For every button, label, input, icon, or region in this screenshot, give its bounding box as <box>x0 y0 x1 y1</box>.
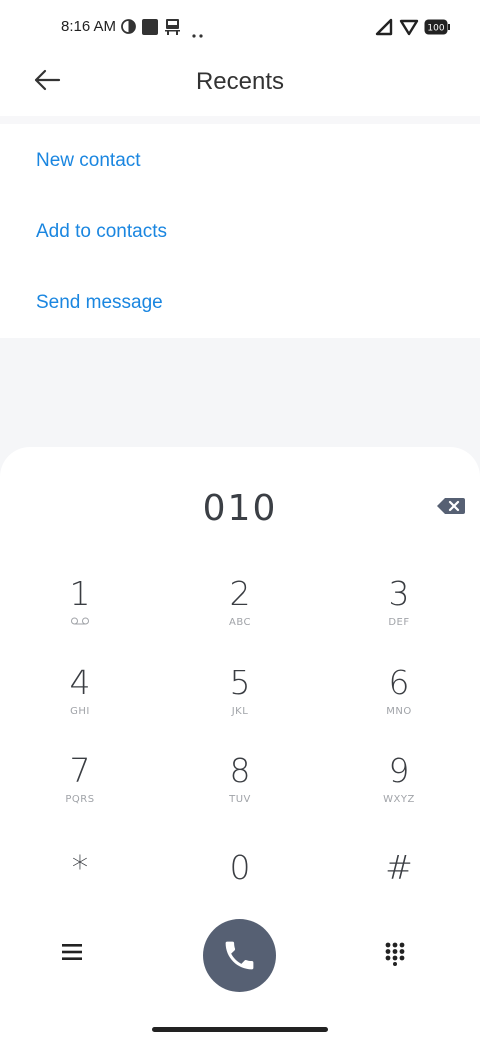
keypad-icon <box>385 942 405 970</box>
key-6[interactable]: 6 MNO <box>344 664 454 738</box>
phone-icon <box>225 941 254 970</box>
menu-button[interactable] <box>62 943 86 963</box>
voicemail-icon <box>25 617 135 629</box>
actions-list: New contact Add to contacts Send message <box>0 124 480 338</box>
key-letters: JKL <box>231 706 249 717</box>
key-digit: 6 <box>388 663 410 702</box>
key-8[interactable]: 8 TUV <box>185 752 295 826</box>
key-digit: # <box>385 848 413 887</box>
key-digit: 5 <box>229 663 251 702</box>
dialed-number: 010 <box>202 488 278 529</box>
signal-icon <box>375 18 395 41</box>
send-message-link[interactable]: Send message <box>36 292 163 314</box>
square-notification-icon <box>142 19 158 40</box>
key-letters: TUV <box>229 794 251 805</box>
key-7[interactable]: 7 PQRS <box>25 752 135 826</box>
call-button[interactable] <box>203 919 276 992</box>
backspace-icon <box>437 498 465 519</box>
page-title: Recents <box>195 68 285 95</box>
key-letters: ABC <box>228 617 251 628</box>
divider <box>0 116 480 124</box>
status-bar: 8:16 AM 100 <box>0 0 480 52</box>
key-letters: DEF <box>388 617 410 628</box>
key-star[interactable]: * <box>25 849 135 923</box>
more-dots-icon <box>192 25 204 43</box>
key-letters: GHI <box>70 706 90 717</box>
key-digit: 1 <box>69 574 91 613</box>
key-letters: MNO <box>386 706 412 717</box>
key-digit: 4 <box>69 663 91 702</box>
key-3[interactable]: 3 DEF <box>344 575 454 649</box>
wifi-icon <box>399 18 419 41</box>
key-letters: WXYZ <box>383 794 415 805</box>
key-4[interactable]: 4 GHI <box>25 664 135 738</box>
app-header: Recents <box>0 52 480 116</box>
home-indicator[interactable] <box>152 1027 328 1032</box>
transit-icon <box>165 19 180 40</box>
dialer-panel: 010 1 2 ABC 3 DEF 4 GHI 5 JKL 6 MNO 7 PQ… <box>0 447 480 1040</box>
keypad-toggle-button[interactable] <box>385 942 407 966</box>
key-digit: 8 <box>229 751 251 790</box>
key-5[interactable]: 5 JKL <box>185 664 295 738</box>
key-digit: 0 <box>229 848 251 887</box>
key-0[interactable]: 0 <box>185 849 295 923</box>
backspace-button[interactable] <box>437 497 465 515</box>
data-saver-icon <box>121 19 136 39</box>
key-hash[interactable]: # <box>344 849 454 923</box>
new-contact-link[interactable]: New contact <box>36 150 141 172</box>
key-digit: 9 <box>388 751 410 790</box>
battery-icon: 100 <box>424 19 450 40</box>
key-9[interactable]: 9 WXYZ <box>344 752 454 826</box>
status-time: 8:16 AM <box>61 18 117 35</box>
key-digit: 2 <box>229 574 251 613</box>
battery-level: 100 <box>427 24 444 34</box>
key-digit: 3 <box>388 574 410 613</box>
key-digit: 7 <box>69 751 91 790</box>
key-digit: * <box>71 848 89 887</box>
add-to-contacts-link[interactable]: Add to contacts <box>36 221 167 243</box>
key-1[interactable]: 1 <box>25 575 135 649</box>
key-2[interactable]: 2 ABC <box>185 575 295 649</box>
menu-icon <box>62 944 82 965</box>
key-letters: PQRS <box>65 794 95 805</box>
